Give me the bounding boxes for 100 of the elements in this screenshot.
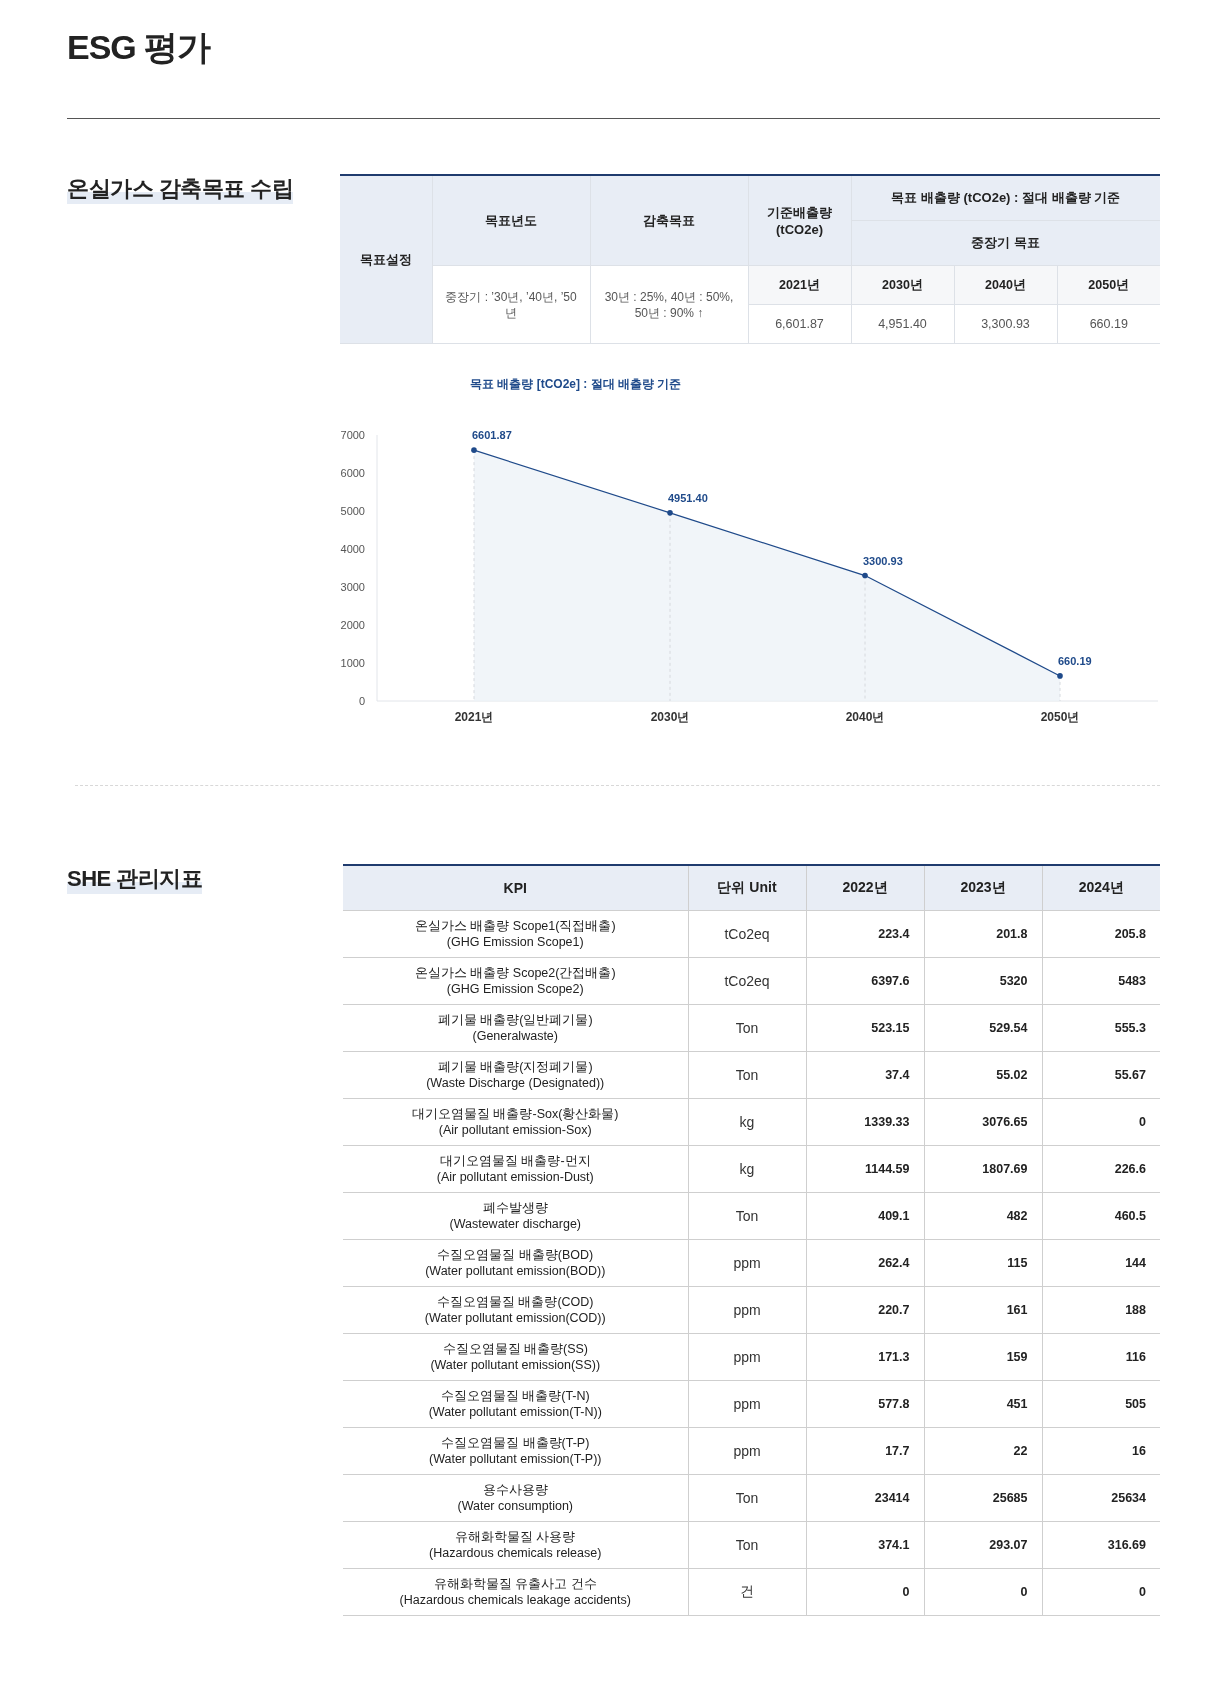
kpi-english-name: (Water pollutant emission(BOD)) xyxy=(424,1263,607,1279)
table-header: 목표설정 xyxy=(340,175,432,344)
table-cell: 중장기 : ’30년, ’40년, ’50년 xyxy=(432,265,590,344)
table-cell: 3,300.93 xyxy=(954,304,1057,344)
y-tick-label: 6000 xyxy=(340,467,365,479)
table-cell: 4,951.40 xyxy=(851,304,954,344)
table-cell: 409.1 xyxy=(806,1192,924,1240)
kpi-name: 유해화학물질 사용량 xyxy=(454,1529,577,1545)
kpi-name: 대기오염물질 배출량-Sox(황산화물) xyxy=(411,1106,620,1122)
kpi-english-name: (Waste Discharge (Designated)) xyxy=(425,1075,606,1091)
table-header: 2050년 xyxy=(1057,265,1160,305)
table-header: 기준배출량 (tCO2e) xyxy=(748,175,851,266)
table-cell: 523.15 xyxy=(806,1004,924,1052)
kpi-english-name: (Water pollutant emission(COD)) xyxy=(423,1310,607,1326)
table-cell: 30년 : 25%, 40년 : 50%, 50년 : 90% ↑ xyxy=(590,265,748,344)
kpi-english-name: (Water consumption) xyxy=(456,1498,574,1514)
table-cell: 22 xyxy=(924,1427,1042,1475)
table-cell: 17.7 xyxy=(806,1427,924,1475)
table-cell: 3076.65 xyxy=(924,1098,1042,1146)
table-header: 목표년도 xyxy=(432,175,590,266)
kpi-name: 용수사용량 xyxy=(481,1482,549,1498)
table-cell: 1144.59 xyxy=(806,1145,924,1193)
table-cell: 161 xyxy=(924,1286,1042,1334)
kpi-english-name: (Water pollutant emission(T-P)) xyxy=(428,1451,603,1467)
data-point xyxy=(667,510,673,516)
table-cell: 37.4 xyxy=(806,1051,924,1099)
y-tick-label: 0 xyxy=(358,695,365,707)
table-header: 목표 배출량 (tCO2e) : 절대 배출량 기준 xyxy=(851,175,1160,221)
data-point xyxy=(471,447,477,453)
kpi-english-name: (GHG Emission Scope1) xyxy=(445,934,585,950)
y-tick-label: 7000 xyxy=(340,429,365,441)
table-cell: Ton xyxy=(688,1051,806,1099)
kpi-name: 수질오염물질 배출량(T-P) xyxy=(440,1435,591,1451)
data-label: 6601.87 xyxy=(472,429,512,442)
kpi-english-name: (Water pollutant emission(SS)) xyxy=(429,1357,602,1373)
kpi-english-name: (Hazardous chemicals release) xyxy=(428,1545,603,1561)
table-header: 2030년 xyxy=(851,265,954,305)
table-cell: 1807.69 xyxy=(924,1145,1042,1193)
table-cell: ppm xyxy=(688,1239,806,1287)
table-cell: 6,601.87 xyxy=(748,304,851,344)
table-cell: Ton xyxy=(688,1521,806,1569)
table-cell: 115 xyxy=(924,1239,1042,1287)
y-tick-label: 3000 xyxy=(340,581,365,593)
table-cell: 577.8 xyxy=(806,1380,924,1428)
axis-label: 2050년 xyxy=(1040,710,1080,724)
table-cell: 5320 xyxy=(924,957,1042,1005)
y-tick-label: 1000 xyxy=(340,657,365,669)
table-cell: 6397.6 xyxy=(806,957,924,1005)
kpi-name: 온실가스 배출량 Scope2(간접배출) xyxy=(413,965,617,981)
kpi-name: 수질오염물질 배출량(COD) xyxy=(435,1294,595,1310)
kpi-name: 대기오염물질 배출량-먼지 xyxy=(438,1153,592,1169)
table-cell: 262.4 xyxy=(806,1239,924,1287)
kpi-english-name: (Air pollutant emission-Sox) xyxy=(437,1122,593,1138)
table-cell: kg xyxy=(688,1098,806,1146)
chart-title: 목표 배출량 [tCO2e] : 절대 배출량 기준 xyxy=(470,376,682,393)
table-cell: 55.02 xyxy=(924,1051,1042,1099)
table-cell: 482 xyxy=(924,1192,1042,1240)
column-header: 2022년 xyxy=(806,865,924,911)
table-cell: 451 xyxy=(924,1380,1042,1428)
table-header: 중장기 목표 xyxy=(851,220,1160,266)
table-cell: 293.07 xyxy=(924,1521,1042,1569)
table-cell: 223.4 xyxy=(806,910,924,958)
table-cell: 건 xyxy=(688,1568,806,1616)
axis-label: 2021년 xyxy=(454,710,494,724)
kpi-name: 유해화학물질 유출사고 건수 xyxy=(432,1576,598,1592)
table-cell: Ton xyxy=(688,1192,806,1240)
table-cell: 374.1 xyxy=(806,1521,924,1569)
table-cell: 159 xyxy=(924,1333,1042,1381)
table-cell: 220.7 xyxy=(806,1286,924,1334)
kpi-name: 수질오염물질 배출량(T-N) xyxy=(439,1388,591,1404)
column-header: 2024년 xyxy=(1042,865,1160,911)
kpi-english-name: (Wastewater discharge) xyxy=(448,1216,582,1232)
data-point xyxy=(1057,673,1063,679)
y-tick-label: 2000 xyxy=(340,619,365,631)
kpi-english-name: (Generalwaste) xyxy=(471,1028,559,1044)
column-header: KPI xyxy=(343,865,688,911)
table-cell: 1339.33 xyxy=(806,1098,924,1146)
data-point xyxy=(862,572,868,579)
kpi-english-name: (Air pollutant emission-Dust) xyxy=(435,1169,595,1185)
y-tick-label: 5000 xyxy=(340,505,365,517)
kpi-name: 폐기물 배출량(지정폐기물) xyxy=(436,1059,594,1075)
table-cell: tCo2eq xyxy=(688,910,806,958)
kpi-english-name: (Hazardous chemicals leakage accidents) xyxy=(398,1592,632,1608)
table-cell: 25685 xyxy=(924,1474,1042,1522)
kpi-name: 수질오염물질 배출량(BOD) xyxy=(436,1247,595,1263)
kpi-english-name: (GHG Emission Scope2) xyxy=(445,981,585,997)
kpi-name: 폐수발생량 xyxy=(481,1200,549,1216)
table-cell: 529.54 xyxy=(924,1004,1042,1052)
y-tick-label: 4000 xyxy=(340,543,365,555)
kpi-name: 폐기물 배출량(일반폐기물) xyxy=(436,1012,594,1028)
table-cell: Ton xyxy=(688,1474,806,1522)
table-cell: ppm xyxy=(688,1380,806,1428)
table-cell: kg xyxy=(688,1145,806,1193)
table-cell: 23414 xyxy=(806,1474,924,1522)
column-header: 2023년 xyxy=(924,865,1042,911)
kpi-name: 수질오염물질 배출량(SS) xyxy=(441,1341,589,1357)
kpi-english-name: (Water pollutant emission(T-N)) xyxy=(427,1404,603,1420)
table-cell: 0 xyxy=(806,1568,924,1616)
data-label: 4951.40 xyxy=(668,491,708,504)
data-label: 3300.93 xyxy=(863,554,903,567)
